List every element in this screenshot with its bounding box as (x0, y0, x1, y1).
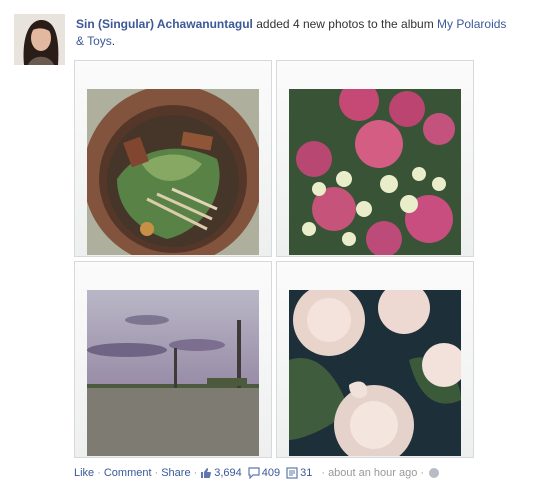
photo-image-flowers (289, 89, 461, 255)
photo-grid (74, 60, 474, 458)
footer-separator: · (193, 467, 198, 479)
avatar[interactable] (14, 14, 65, 65)
story-footer: Like · Comment · Share · 3,694 409 31 · … (74, 467, 440, 479)
photo-image-soup (87, 89, 259, 255)
footer-separator: · (420, 467, 425, 479)
share-icon (286, 467, 298, 479)
comment-icon (248, 467, 260, 479)
like-link[interactable]: Like (74, 467, 94, 479)
story-header: Sin (Singular) Achawanuntagul added 4 ne… (76, 16, 516, 50)
timestamp-link[interactable]: about an hour ago (328, 467, 417, 479)
shares-count[interactable]: 31 (286, 467, 312, 479)
globe-icon (429, 468, 440, 478)
likes-count[interactable]: 3,694 (200, 467, 242, 479)
footer-separator: · (97, 467, 101, 479)
actor-name-link[interactable]: Sin (Singular) Achawanuntagul (76, 17, 253, 31)
photo-thumbnail-1[interactable] (74, 60, 272, 257)
story-action-text: added 4 new photos to the album (252, 17, 438, 31)
photo-thumbnail-3[interactable] (74, 261, 272, 458)
photo-image-roses (289, 290, 461, 456)
album-suffix: . (111, 34, 116, 48)
share-link[interactable]: Share (161, 467, 190, 479)
photo-thumbnail-2[interactable] (276, 60, 474, 257)
thumbs-up-icon (201, 468, 212, 478)
photo-thumbnail-4[interactable] (276, 261, 474, 458)
comments-count[interactable]: 409 (248, 467, 280, 479)
shares-count-value: 31 (300, 467, 313, 479)
likes-count-value: 3,694 (214, 467, 242, 479)
comments-count-value: 409 (261, 467, 281, 479)
footer-separator: · (321, 467, 326, 479)
footer-separator: · (154, 467, 159, 479)
comment-link[interactable]: Comment (104, 467, 152, 479)
photo-image-sky (87, 290, 259, 456)
